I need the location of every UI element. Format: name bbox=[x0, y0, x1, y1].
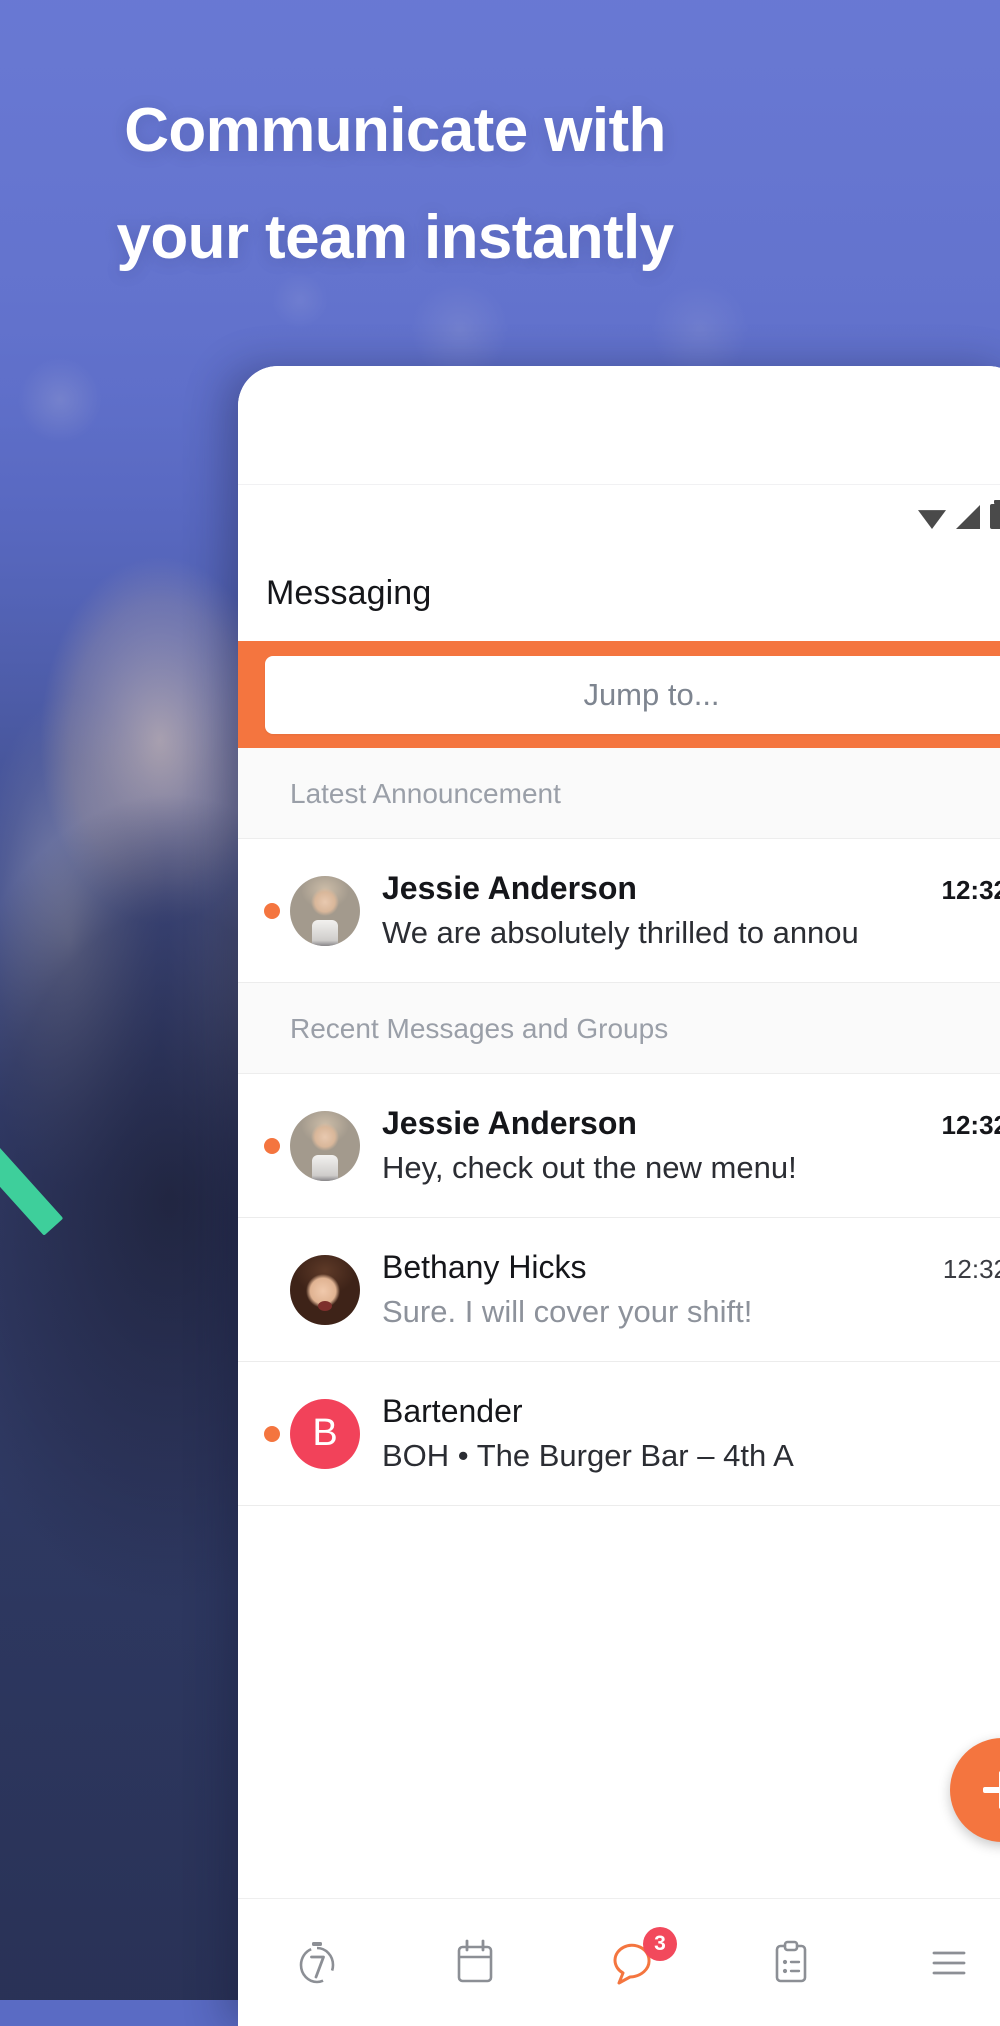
battery-icon bbox=[990, 504, 1000, 529]
nav-item-tasks[interactable] bbox=[712, 1899, 870, 2026]
avatar bbox=[290, 876, 360, 946]
hamburger-menu-icon bbox=[926, 1938, 972, 1988]
phone-top-bezel bbox=[238, 366, 1000, 484]
timestamp: 12:32 bbox=[942, 875, 1000, 906]
bottom-navigation: 3 bbox=[238, 1898, 1000, 2026]
plus-icon bbox=[983, 1771, 1000, 1809]
avatar: B bbox=[290, 1399, 360, 1469]
unread-dot bbox=[264, 1138, 280, 1154]
status-bar bbox=[238, 484, 1000, 548]
nav-item-messaging[interactable]: 3 bbox=[554, 1899, 712, 2026]
section-header-latest-announcement: Latest Announcement bbox=[238, 748, 1000, 839]
message-badge: 3 bbox=[643, 1927, 677, 1961]
nav-item-menu[interactable] bbox=[870, 1899, 1000, 2026]
list-item-body: Bartender BOH • The Burger Bar – 4th A bbox=[382, 1393, 1000, 1474]
group-subtitle: BOH • The Burger Bar – 4th A bbox=[382, 1438, 1000, 1474]
page-title: Messaging bbox=[238, 548, 1000, 641]
message-preview: We are absolutely thrilled to annou bbox=[382, 915, 1000, 951]
list-item[interactable]: Bethany Hicks 12:32 Sure. I will cover y… bbox=[238, 1218, 1000, 1362]
new-message-fab[interactable] bbox=[950, 1738, 1000, 1842]
promo-headline: Communicate with your team instantly bbox=[0, 78, 790, 291]
list-item-header: Jessie Anderson 12:32 bbox=[382, 1105, 1000, 1142]
phone-mockup: Messaging Jump to... Latest Announcement… bbox=[238, 366, 1000, 2026]
list-item-header: Bartender bbox=[382, 1393, 1000, 1430]
search-input[interactable]: Jump to... bbox=[265, 656, 1000, 734]
unread-dot bbox=[264, 903, 280, 919]
status-bar-icons bbox=[918, 504, 1000, 529]
sender-name: Jessie Anderson bbox=[382, 1105, 637, 1142]
list-item-header: Jessie Anderson 12:32 bbox=[382, 870, 1000, 907]
avatar-initial: B bbox=[312, 1412, 337, 1455]
timestamp: 12:32 bbox=[943, 1254, 1000, 1285]
message-preview: Hey, check out the new menu! bbox=[382, 1150, 1000, 1186]
unread-dot bbox=[264, 1426, 280, 1442]
nav-item-timeclock[interactable] bbox=[238, 1899, 396, 2026]
sender-name: Jessie Anderson bbox=[382, 870, 637, 907]
list-item[interactable]: Jessie Anderson 12:32 We are absolutely … bbox=[238, 839, 1000, 983]
clipboard-tasks-icon bbox=[768, 1938, 814, 1988]
message-preview: Sure. I will cover your shift! bbox=[382, 1294, 1000, 1330]
sender-name: Bethany Hicks bbox=[382, 1249, 587, 1286]
wifi-icon bbox=[918, 507, 946, 529]
nav-item-schedule[interactable] bbox=[396, 1899, 554, 2026]
calendar-icon bbox=[452, 1938, 498, 1988]
list-item-body: Jessie Anderson 12:32 Hey, check out the… bbox=[382, 1105, 1000, 1186]
avatar bbox=[290, 1111, 360, 1181]
avatar bbox=[290, 1255, 360, 1325]
list-item-body: Jessie Anderson 12:32 We are absolutely … bbox=[382, 870, 1000, 951]
list-item[interactable]: B Bartender BOH • The Burger Bar – 4th A bbox=[238, 1362, 1000, 1506]
list-item-header: Bethany Hicks 12:32 bbox=[382, 1249, 1000, 1286]
signal-icon bbox=[956, 505, 980, 529]
stopwatch-icon bbox=[294, 1938, 340, 1988]
group-name: Bartender bbox=[382, 1393, 523, 1430]
timestamp: 12:32 bbox=[942, 1110, 1000, 1141]
headline-line-2: your team instantly bbox=[0, 185, 790, 292]
section-header-recent-messages: Recent Messages and Groups bbox=[238, 983, 1000, 1074]
list-item[interactable]: Jessie Anderson 12:32 Hey, check out the… bbox=[238, 1074, 1000, 1218]
search-bar-container: Jump to... bbox=[238, 641, 1000, 748]
search-placeholder-text: Jump to... bbox=[583, 677, 719, 713]
headline-line-1: Communicate with bbox=[124, 96, 666, 165]
list-item-body: Bethany Hicks 12:32 Sure. I will cover y… bbox=[382, 1249, 1000, 1330]
